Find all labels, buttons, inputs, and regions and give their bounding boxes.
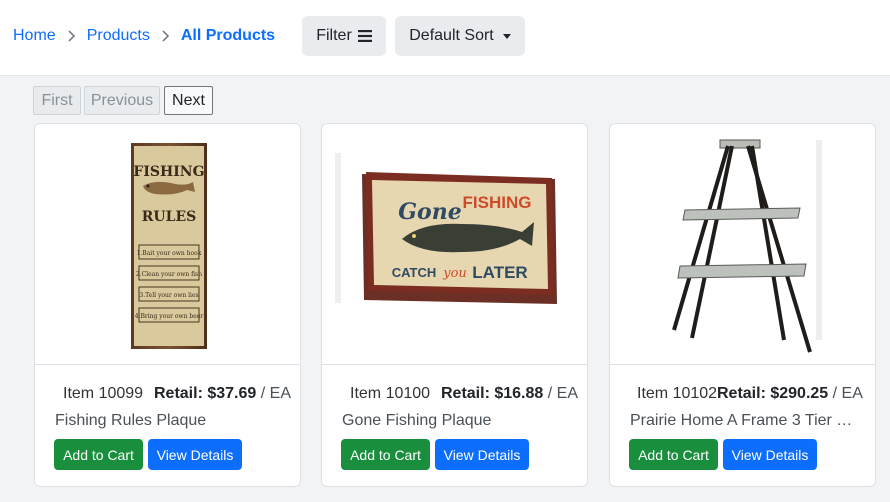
product-title[interactable]: Prairie Home A Frame 3 Tier Rack	[630, 412, 860, 430]
top-bar: Home Products All Products Filter Defaul…	[0, 0, 890, 76]
product-title[interactable]: Gone Fishing Plaque	[342, 412, 572, 430]
item-number: Item 10102	[637, 385, 718, 402]
product-image[interactable]: Gone FISHING CATCH you LATER	[322, 124, 587, 365]
view-details-button[interactable]: View Details	[148, 439, 242, 470]
add-to-cart-button[interactable]: Add to Cart	[54, 439, 143, 470]
price-unit: / EA	[547, 385, 578, 402]
retail-label: Retail:	[717, 385, 766, 402]
image-text-rule-1: 1.Bait your own hook	[137, 250, 202, 257]
image-text-later: LATER	[472, 263, 527, 282]
image-text-rules: RULES	[142, 209, 196, 225]
pagination-next-button[interactable]: Next	[164, 86, 213, 115]
pagination-previous-button[interactable]: Previous	[84, 86, 160, 115]
pagination-first-button[interactable]: First	[33, 86, 81, 115]
image-text-rule-4: 4.Bring your own beer	[135, 313, 204, 320]
image-text-rule-3: 3.Tell your own lies	[139, 292, 198, 299]
breadcrumb-products-link[interactable]: Products	[87, 27, 150, 45]
price-value: $16.88	[494, 385, 544, 402]
filter-button[interactable]: Filter	[302, 16, 386, 56]
image-text-you: you	[442, 266, 467, 281]
sort-dropdown-label: Default Sort	[409, 27, 494, 44]
product-image[interactable]	[610, 124, 875, 365]
retail-price: Retail: $16.88 / EA	[441, 385, 578, 403]
retail-label: Retail:	[441, 385, 490, 402]
breadcrumb: Home Products All Products	[13, 27, 275, 45]
item-number: Item 10099	[63, 385, 144, 402]
caret-down-icon	[502, 33, 511, 39]
add-to-cart-button[interactable]: Add to Cart	[629, 439, 718, 470]
price-unit: / EA	[260, 385, 291, 402]
image-text-rule-2: 2.Clean your own fish	[136, 271, 202, 278]
add-to-cart-button[interactable]: Add to Cart	[341, 439, 430, 470]
product-title[interactable]: Fishing Rules Plaque	[55, 412, 285, 430]
retail-label: Retail:	[154, 385, 203, 402]
price-value: $290.25	[770, 385, 829, 402]
breadcrumb-current: All Products	[180, 27, 276, 44]
item-number: Item 10100	[350, 385, 431, 402]
price-unit: / EA	[832, 385, 863, 402]
view-details-button[interactable]: View Details	[723, 439, 817, 470]
breadcrumb-home-link[interactable]: Home	[13, 27, 56, 45]
sort-dropdown[interactable]: Default Sort	[395, 16, 525, 56]
product-card: Item 10102 Retail: $290.25 / EA Prairie …	[609, 123, 876, 487]
chevron-right-icon	[56, 30, 87, 42]
product-image[interactable]: FISHING RULES 1.Bait your own hook 2.Cle…	[35, 124, 300, 365]
price-value: $37.69	[207, 385, 257, 402]
filter-button-label: Filter	[316, 27, 352, 44]
hamburger-menu-icon	[357, 30, 372, 42]
view-details-button[interactable]: View Details	[435, 439, 529, 470]
retail-price: Retail: $37.69 / EA	[154, 385, 291, 403]
retail-price: Retail: $290.25 / EA	[717, 385, 863, 403]
image-text-fishing: FISHING	[133, 164, 204, 180]
chevron-right-icon	[150, 30, 181, 42]
image-text-fishing: FISHING	[463, 193, 532, 212]
image-text-catch: CATCH	[392, 265, 437, 280]
product-card: Gone FISHING CATCH you LATER Item 10100 …	[321, 123, 588, 487]
image-text-gone: Gone	[398, 199, 461, 225]
product-card: FISHING RULES 1.Bait your own hook 2.Cle…	[34, 123, 301, 487]
